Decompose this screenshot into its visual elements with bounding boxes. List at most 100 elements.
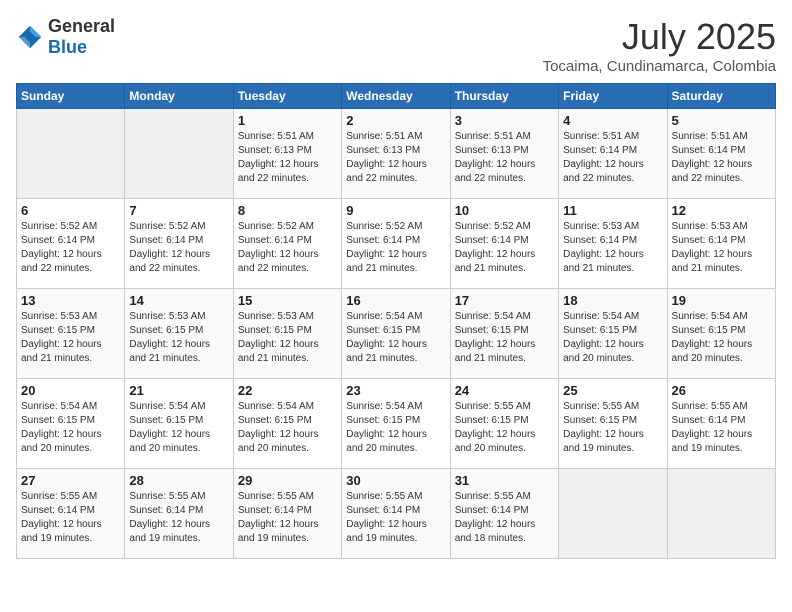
day-number: 17 xyxy=(455,293,554,308)
day-number: 11 xyxy=(563,203,662,218)
day-info: Sunrise: 5:51 AMSunset: 6:13 PMDaylight:… xyxy=(346,130,445,186)
logo-general: General xyxy=(48,16,115,36)
day-info: Sunrise: 5:51 AMSunset: 6:14 PMDaylight:… xyxy=(672,130,771,186)
day-number: 4 xyxy=(563,113,662,128)
day-info: Sunrise: 5:53 AMSunset: 6:14 PMDaylight:… xyxy=(672,220,771,276)
title-block: July 2025 Tocaima, Cundinamarca, Colombi… xyxy=(543,16,776,75)
week-row-2: 6 Sunrise: 5:52 AMSunset: 6:14 PMDaylight… xyxy=(17,199,776,289)
page-header: General Blue July 2025 Tocaima, Cundinam… xyxy=(16,16,776,75)
calendar-cell xyxy=(559,469,667,559)
day-number: 22 xyxy=(238,383,337,398)
calendar-cell: 26 Sunrise: 5:55 AMSunset: 6:14 PMDayligh… xyxy=(667,379,775,469)
week-row-5: 27 Sunrise: 5:55 AMSunset: 6:14 PMDayligh… xyxy=(17,469,776,559)
day-info: Sunrise: 5:52 AMSunset: 6:14 PMDaylight:… xyxy=(129,220,228,276)
day-info: Sunrise: 5:51 AMSunset: 6:13 PMDaylight:… xyxy=(238,130,337,186)
calendar-cell: 6 Sunrise: 5:52 AMSunset: 6:14 PMDaylight… xyxy=(17,199,125,289)
calendar-cell: 10Sunrise: 5:52 AMSunset: 6:14 PMDayligh… xyxy=(450,199,558,289)
calendar-cell: 14 Sunrise: 5:53 AMSunset: 6:15 PMDayligh… xyxy=(125,289,233,379)
month-title: July 2025 xyxy=(543,16,776,58)
day-info: Sunrise: 5:55 AMSunset: 6:14 PMDaylight:… xyxy=(238,490,337,546)
day-number: 15 xyxy=(238,293,337,308)
day-number: 5 xyxy=(672,113,771,128)
day-info: Sunrise: 5:52 AMSunset: 6:14 PMDaylight:… xyxy=(346,220,445,276)
calendar-header-row: SundayMondayTuesdayWednesdayThursdayFrid… xyxy=(17,84,776,109)
day-number: 8 xyxy=(238,203,337,218)
calendar-cell: 9Sunrise: 5:52 AMSunset: 6:14 PMDaylight… xyxy=(342,199,450,289)
week-row-1: 1 Sunrise: 5:51 AMSunset: 6:13 PMDaylight… xyxy=(17,109,776,199)
logo: General Blue xyxy=(16,16,115,58)
calendar-cell xyxy=(125,109,233,199)
day-number: 18 xyxy=(563,293,662,308)
calendar-cell: 20 Sunrise: 5:54 AMSunset: 6:15 PMDayligh… xyxy=(17,379,125,469)
day-number: 16 xyxy=(346,293,445,308)
day-number: 29 xyxy=(238,473,337,488)
calendar-cell: 19 Sunrise: 5:54 AMSunset: 6:15 PMDayligh… xyxy=(667,289,775,379)
header-day-saturday: Saturday xyxy=(667,84,775,109)
calendar-cell: 7 Sunrise: 5:52 AMSunset: 6:14 PMDaylight… xyxy=(125,199,233,289)
location-title: Tocaima, Cundinamarca, Colombia xyxy=(543,58,776,75)
header-day-sunday: Sunday xyxy=(17,84,125,109)
day-number: 21 xyxy=(129,383,228,398)
day-info: Sunrise: 5:55 AMSunset: 6:14 PMDaylight:… xyxy=(455,490,554,546)
day-info: Sunrise: 5:54 AMSunset: 6:15 PMDaylight:… xyxy=(346,310,445,366)
calendar-cell: 15 Sunrise: 5:53 AMSunset: 6:15 PMDayligh… xyxy=(233,289,341,379)
calendar-cell: 23Sunrise: 5:54 AMSunset: 6:15 PMDayligh… xyxy=(342,379,450,469)
calendar-cell: 31 Sunrise: 5:55 AMSunset: 6:14 PMDayligh… xyxy=(450,469,558,559)
day-number: 24 xyxy=(455,383,554,398)
day-number: 13 xyxy=(21,293,120,308)
day-number: 14 xyxy=(129,293,228,308)
calendar-cell: 25Sunrise: 5:55 AMSunset: 6:15 PMDayligh… xyxy=(559,379,667,469)
day-info: Sunrise: 5:55 AMSunset: 6:14 PMDaylight:… xyxy=(129,490,228,546)
calendar-cell: 8Sunrise: 5:52 AMSunset: 6:14 PMDaylight… xyxy=(233,199,341,289)
logo-text: General Blue xyxy=(48,16,115,58)
day-info: Sunrise: 5:51 AMSunset: 6:14 PMDaylight:… xyxy=(563,130,662,186)
calendar-cell: 24 Sunrise: 5:55 AMSunset: 6:15 PMDayligh… xyxy=(450,379,558,469)
week-row-4: 20 Sunrise: 5:54 AMSunset: 6:15 PMDayligh… xyxy=(17,379,776,469)
day-number: 3 xyxy=(455,113,554,128)
day-info: Sunrise: 5:54 AMSunset: 6:15 PMDaylight:… xyxy=(129,400,228,456)
day-number: 23 xyxy=(346,383,445,398)
day-number: 31 xyxy=(455,473,554,488)
logo-icon xyxy=(16,23,44,51)
calendar-cell xyxy=(17,109,125,199)
header-day-wednesday: Wednesday xyxy=(342,84,450,109)
calendar-cell: 11 Sunrise: 5:53 AMSunset: 6:14 PMDayligh… xyxy=(559,199,667,289)
day-info: Sunrise: 5:54 AMSunset: 6:15 PMDaylight:… xyxy=(238,400,337,456)
calendar-cell: 13 Sunrise: 5:53 AMSunset: 6:15 PMDayligh… xyxy=(17,289,125,379)
day-number: 19 xyxy=(672,293,771,308)
calendar-table: SundayMondayTuesdayWednesdayThursdayFrid… xyxy=(16,83,776,559)
day-info: Sunrise: 5:55 AMSunset: 6:15 PMDaylight:… xyxy=(563,400,662,456)
day-info: Sunrise: 5:55 AMSunset: 6:15 PMDaylight:… xyxy=(455,400,554,456)
day-info: Sunrise: 5:54 AMSunset: 6:15 PMDaylight:… xyxy=(455,310,554,366)
calendar-cell: 18Sunrise: 5:54 AMSunset: 6:15 PMDayligh… xyxy=(559,289,667,379)
day-info: Sunrise: 5:53 AMSunset: 6:15 PMDaylight:… xyxy=(129,310,228,366)
calendar-cell: 22 Sunrise: 5:54 AMSunset: 6:15 PMDayligh… xyxy=(233,379,341,469)
calendar-cell: 4 Sunrise: 5:51 AMSunset: 6:14 PMDaylight… xyxy=(559,109,667,199)
calendar-cell: 16 Sunrise: 5:54 AMSunset: 6:15 PMDayligh… xyxy=(342,289,450,379)
day-number: 26 xyxy=(672,383,771,398)
day-info: Sunrise: 5:54 AMSunset: 6:15 PMDaylight:… xyxy=(21,400,120,456)
day-number: 6 xyxy=(21,203,120,218)
calendar-cell: 28Sunrise: 5:55 AMSunset: 6:14 PMDayligh… xyxy=(125,469,233,559)
day-number: 20 xyxy=(21,383,120,398)
day-info: Sunrise: 5:52 AMSunset: 6:14 PMDaylight:… xyxy=(21,220,120,276)
calendar-cell: 17 Sunrise: 5:54 AMSunset: 6:15 PMDayligh… xyxy=(450,289,558,379)
day-number: 1 xyxy=(238,113,337,128)
week-row-3: 13 Sunrise: 5:53 AMSunset: 6:15 PMDayligh… xyxy=(17,289,776,379)
day-info: Sunrise: 5:54 AMSunset: 6:15 PMDaylight:… xyxy=(672,310,771,366)
header-day-friday: Friday xyxy=(559,84,667,109)
calendar-cell: 30Sunrise: 5:55 AMSunset: 6:14 PMDayligh… xyxy=(342,469,450,559)
day-info: Sunrise: 5:52 AMSunset: 6:14 PMDaylight:… xyxy=(455,220,554,276)
day-info: Sunrise: 5:53 AMSunset: 6:15 PMDaylight:… xyxy=(238,310,337,366)
day-info: Sunrise: 5:53 AMSunset: 6:14 PMDaylight:… xyxy=(563,220,662,276)
day-number: 7 xyxy=(129,203,228,218)
calendar-cell: 1 Sunrise: 5:51 AMSunset: 6:13 PMDaylight… xyxy=(233,109,341,199)
header-day-monday: Monday xyxy=(125,84,233,109)
calendar-cell: 5 Sunrise: 5:51 AMSunset: 6:14 PMDaylight… xyxy=(667,109,775,199)
calendar-cell: 29 Sunrise: 5:55 AMSunset: 6:14 PMDayligh… xyxy=(233,469,341,559)
day-info: Sunrise: 5:55 AMSunset: 6:14 PMDaylight:… xyxy=(346,490,445,546)
day-info: Sunrise: 5:53 AMSunset: 6:15 PMDaylight:… xyxy=(21,310,120,366)
day-number: 27 xyxy=(21,473,120,488)
day-info: Sunrise: 5:55 AMSunset: 6:14 PMDaylight:… xyxy=(672,400,771,456)
calendar-cell: 27Sunrise: 5:55 AMSunset: 6:14 PMDayligh… xyxy=(17,469,125,559)
